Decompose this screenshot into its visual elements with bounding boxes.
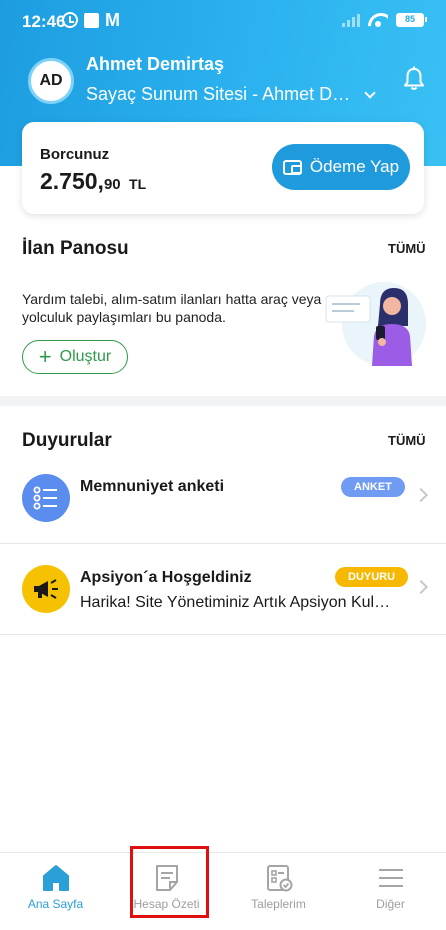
wifi-icon [368, 13, 388, 27]
nav-home[interactable]: Ana Sayfa [0, 853, 111, 930]
nav-requests[interactable]: Taleplerim [223, 853, 334, 930]
board-see-all-link[interactable]: TÜMÜ [388, 241, 426, 256]
announcement-badge: DUYURU [335, 567, 409, 587]
debt-currency: TL [129, 176, 147, 192]
status-system-icons: 85 [342, 13, 427, 27]
plus-icon: + [38, 344, 52, 369]
status-bar: 12:46 M 85 [0, 0, 446, 42]
notification-square-icon [84, 12, 99, 28]
create-button-label: Oluştur [59, 348, 112, 365]
section-separator [0, 396, 446, 406]
menu-icon [378, 869, 403, 887]
announcements-see-all-link[interactable]: TÜMÜ [388, 433, 426, 448]
avatar[interactable]: AD [28, 58, 74, 104]
pay-button-label: Ödeme Yap [309, 157, 400, 176]
bell-icon[interactable] [402, 66, 426, 92]
nav-more[interactable]: Diğer [335, 853, 446, 930]
status-time: 12:46 [22, 12, 66, 31]
list-icon [22, 474, 70, 522]
debt-amount-integer: 2.750, [40, 168, 104, 194]
debt-label: Borcunuz [40, 146, 110, 163]
nav-label: Ana Sayfa [27, 897, 84, 911]
status-notification-icons: M [62, 11, 120, 29]
debt-card: Borcunuz 2.750,90 TL Ödeme Yap [22, 122, 424, 214]
highlight-annotation-box [130, 846, 209, 918]
announcement-badge: ANKET [341, 477, 405, 497]
announcement-subtitle: Harika! Site Yönetiminiz Artık Apsiyon K… [80, 594, 392, 611]
megaphone-icon [22, 565, 70, 613]
debt-amount: 2.750,90 TL [40, 168, 146, 195]
bottom-nav: Ana Sayfa Hesap Özeti Taleplerim Diğer [0, 852, 446, 930]
site-selector[interactable]: Sayaç Sunum Sitesi - Ahmet Demirtaş [86, 84, 376, 105]
board-description: Yardım talebi, alım-satım ilanları hatta… [22, 291, 322, 325]
pay-button[interactable]: Ödeme Yap [272, 144, 410, 190]
chevron-right-icon [413, 487, 429, 503]
announcements-title: Duyurular [22, 430, 112, 451]
checklist-icon [266, 865, 292, 892]
home-icon [42, 865, 69, 891]
signal-icon [342, 13, 360, 27]
announcement-title: Apsiyon´a Hoşgeldiniz [80, 569, 252, 586]
chevron-down-icon [364, 86, 376, 99]
board-title: İlan Panosu [22, 238, 129, 259]
item-divider [0, 634, 446, 635]
battery-icon: 85 [396, 13, 427, 27]
announcement-title: Memnuniyet anketi [80, 478, 225, 495]
create-button[interactable]: + Oluştur [22, 340, 128, 374]
user-name: Ahmet Demirtaş [86, 54, 225, 74]
nav-label: Diğer [376, 897, 405, 911]
nav-label: Taleplerim [251, 897, 306, 911]
chevron-right-icon [413, 579, 429, 595]
carrier-m-icon: M [105, 10, 120, 30]
site-name: Sayaç Sunum Sitesi - Ahmet Demirtaş [86, 84, 356, 104]
debt-amount-decimal: 90 [103, 176, 121, 193]
item-divider [0, 543, 446, 544]
wallet-icon [282, 159, 302, 175]
woman-with-phone-illustration [325, 282, 426, 366]
alarm-icon [62, 12, 78, 28]
